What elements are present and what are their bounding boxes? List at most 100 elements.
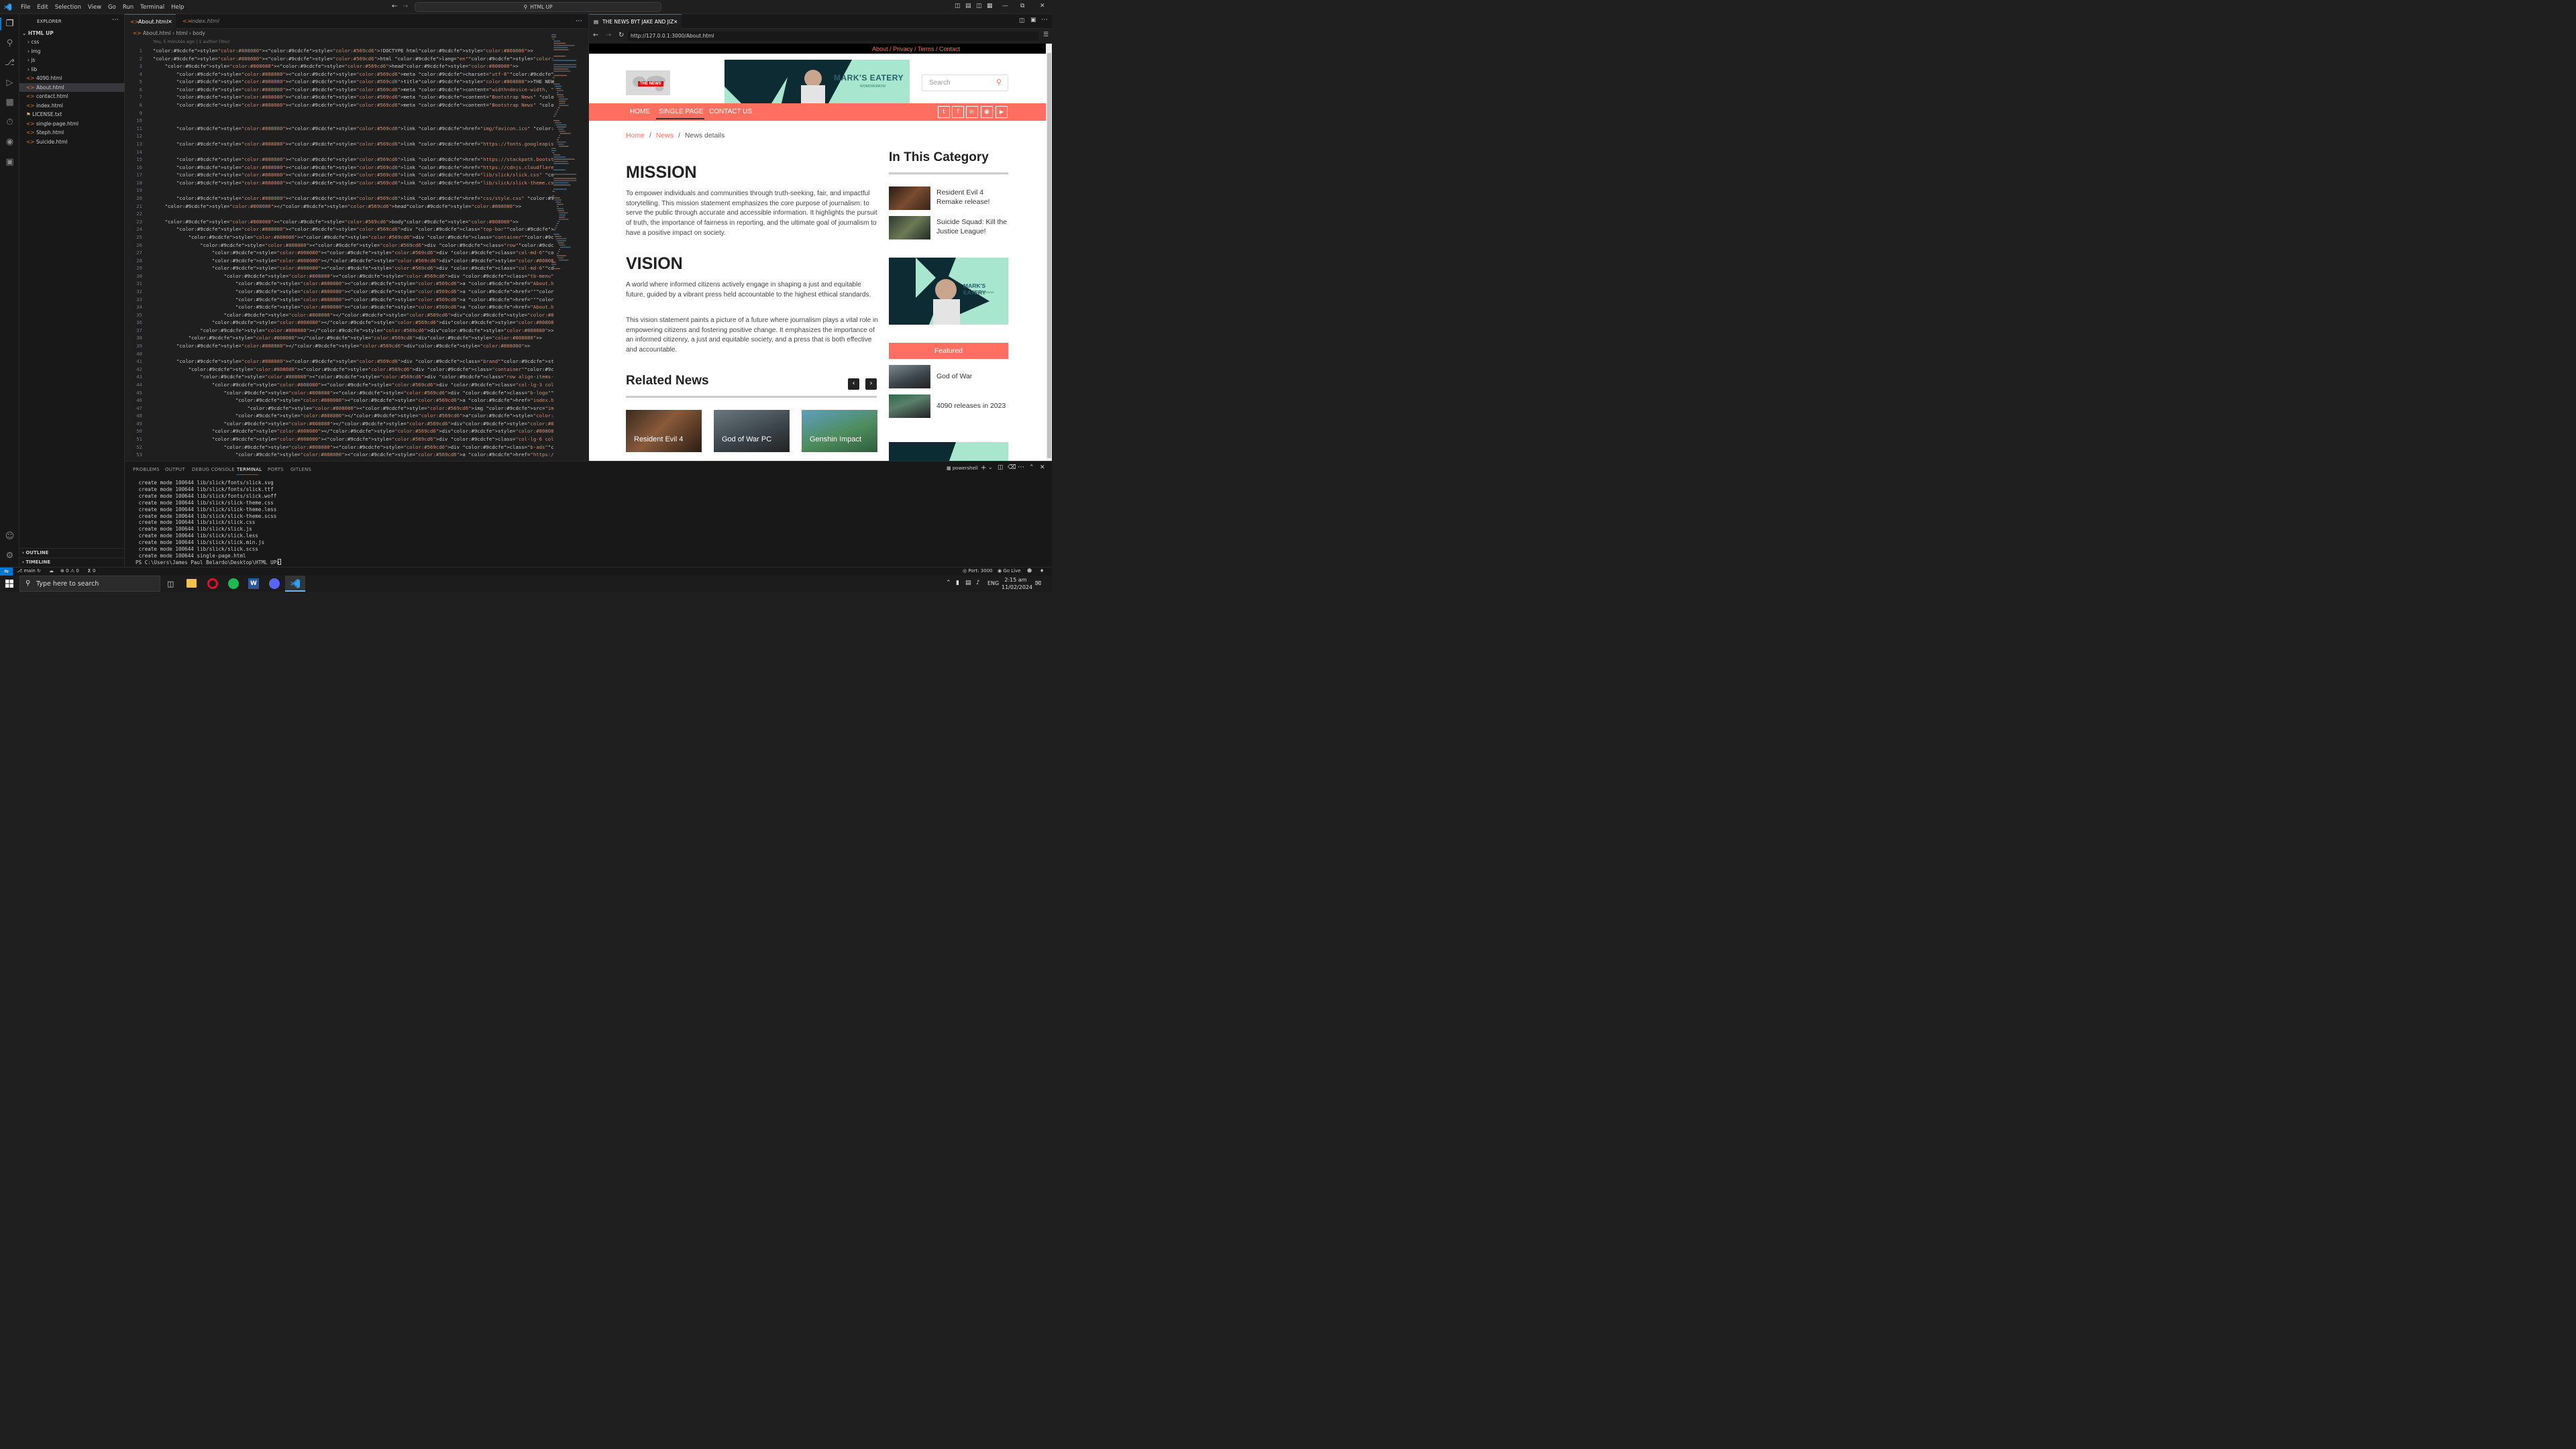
code-line[interactable]: "color:#9cdcfe">style="color:#808080"><"…	[153, 156, 554, 162]
featured-item-title[interactable]: 4090 releases in 2023	[936, 402, 1006, 410]
nav-contact-us[interactable]: CONTACT US	[709, 108, 752, 115]
more-actions-icon[interactable]: ⋯	[576, 17, 582, 25]
category-thumb[interactable]	[889, 186, 930, 210]
restore-icon[interactable]: ⧉	[1020, 3, 1024, 9]
language-indicator[interactable]: ENG	[987, 580, 999, 586]
code-line[interactable]: "color:#9cdcfe">style="color:#808080"><"…	[153, 358, 554, 364]
tray-chevron-icon[interactable]: ⌃	[946, 580, 951, 586]
reload-icon[interactable]: ↻	[619, 32, 624, 39]
breadcrumb-home[interactable]: Home	[626, 131, 645, 140]
topbar-link-privacy[interactable]: Privacy	[893, 46, 913, 52]
file-item[interactable]: <> 4090.html	[19, 74, 125, 83]
code-line[interactable]: "color:#9cdcfe">style="color:#808080"></…	[153, 312, 554, 318]
new-terminal-icon[interactable]: +	[981, 464, 986, 472]
search-input[interactable]: Search	[929, 79, 951, 87]
code-line[interactable]: "color:#9cdcfe">style="color:#808080"><"…	[153, 102, 554, 108]
code-line[interactable]: "color:#9cdcfe">style="color:#808080"><"…	[153, 288, 554, 294]
lock-icon[interactable]: ▣	[1030, 17, 1036, 23]
menu-edit[interactable]: Edit	[34, 4, 51, 11]
menu-view[interactable]: View	[85, 4, 105, 11]
notifications-bell-icon[interactable]: ♦	[1040, 568, 1044, 574]
folder-item[interactable]: › js	[19, 56, 125, 65]
file-item[interactable]: <> Steph.html	[19, 128, 125, 138]
opera-icon[interactable]	[207, 578, 218, 589]
code-line[interactable]: "color:#9cdcfe">style="color:#808080"></…	[153, 343, 530, 349]
menu-go[interactable]: Go	[105, 4, 119, 11]
minimize-icon[interactable]: —	[1002, 3, 1008, 9]
branch-status[interactable]: ⎇ main ↻	[17, 568, 41, 574]
code-line[interactable]: "color:#9cdcfe">style="color:#808080"><"…	[153, 297, 554, 303]
tab-output[interactable]: OUTPUT	[165, 467, 185, 472]
code-line[interactable]: "color:#9cdcfe">style="color:#808080"><"…	[153, 366, 554, 372]
folder-item[interactable]: › css	[19, 38, 125, 47]
related-card[interactable]: Resident Evil 4	[626, 410, 702, 452]
chevron-down-icon[interactable]: ⌄	[988, 464, 993, 470]
social-twitter-icon[interactable]: t	[938, 106, 950, 118]
tab-index-html[interactable]: <> index.html	[177, 14, 225, 29]
problems-status[interactable]: ⊗ 0 ⚠ 0	[60, 568, 79, 574]
vscode-taskbar-icon[interactable]	[285, 576, 305, 592]
account-icon[interactable]: ☺	[3, 530, 16, 543]
category-thumb[interactable]	[889, 216, 930, 239]
ports-status[interactable]: 𝚺 0	[88, 568, 95, 574]
carousel-prev-button[interactable]: ‹	[848, 378, 859, 390]
carousel-next-button[interactable]: ›	[865, 378, 877, 390]
code-line[interactable]: "color:#9cdcfe">style="color:#808080"><"…	[153, 436, 554, 442]
topbar-link-terms[interactable]: Terms	[918, 46, 934, 52]
featured-thumb[interactable]	[889, 365, 930, 388]
file-item[interactable]: <> Suicide.html	[19, 138, 125, 147]
code-line[interactable]: "color:#9cdcfe">style="color:#808080"></…	[153, 413, 554, 419]
social-linkedin-icon[interactable]: in	[966, 106, 978, 118]
code-line[interactable]: "color:#9cdcfe">style="color:#808080"><"…	[153, 94, 554, 100]
topbar-link-contact[interactable]: Contact	[939, 46, 960, 52]
code-line[interactable]: "color:#9cdcfe">style="color:#808080"><"…	[153, 374, 554, 380]
code-line[interactable]: "color:#9cdcfe">style="color:#808080"><"…	[153, 234, 554, 240]
social-youtube-icon[interactable]: ▶	[996, 106, 1008, 118]
page-scrollbar[interactable]	[1046, 44, 1052, 461]
vertical-scrollbar[interactable]	[584, 34, 588, 461]
live-server-port[interactable]: ◎ Port: 3000	[963, 568, 993, 574]
nav-home[interactable]: HOME	[630, 108, 650, 115]
back-icon[interactable]: ←	[593, 32, 598, 39]
menu-icon[interactable]: ☰	[1043, 32, 1049, 38]
close-panel-icon[interactable]: ✕	[1040, 464, 1045, 471]
browser-tab[interactable]: ▤ THE NEWS BYT JAKE AND JIZ ✕	[589, 14, 682, 29]
header-ad-banner[interactable]: MARK'S EATERY WOMOWOMOW	[724, 60, 910, 103]
more-actions-icon[interactable]: ⋯	[1041, 16, 1048, 23]
breadcrumb-body[interactable]: body	[193, 30, 205, 36]
toggle-secondary-sidebar-icon[interactable]: ◫	[976, 3, 982, 9]
code-line[interactable]: "color:#9cdcfe">style="color:#808080"></…	[153, 428, 554, 434]
sidebar-ad-banner[interactable]	[889, 442, 1008, 461]
menu-terminal[interactable]: Terminal	[137, 4, 168, 11]
minimap[interactable]	[551, 34, 584, 276]
folder-item[interactable]: › img	[19, 47, 125, 56]
menu-selection[interactable]: Selection	[52, 4, 85, 11]
code-line[interactable]: "color:#9cdcfe">style="color:#808080"><"…	[153, 125, 554, 131]
code-line[interactable]: "color:#9cdcfe">style="color:#808080"></…	[153, 327, 553, 333]
code-line[interactable]: "color:#9cdcfe">style="color:#808080"><"…	[153, 141, 554, 147]
tab-ports[interactable]: PORTS	[268, 467, 284, 472]
featured-item-title[interactable]: God of War	[936, 372, 972, 380]
publish-icon[interactable]: ☁	[49, 568, 54, 574]
file-item[interactable]: <> contact.html	[19, 92, 125, 101]
code-area[interactable]: 1 "color:#9cdcfe">style="color:#808080"><…	[125, 48, 554, 461]
url-input[interactable]: http://127.0.0.1:3000/About.html	[628, 32, 1038, 41]
code-line[interactable]: "color:#9cdcfe">style="color:#808080"><"…	[153, 382, 554, 388]
code-line[interactable]: "color:#9cdcfe">style="color:#808080"><"…	[153, 265, 554, 271]
file-item[interactable]: <> single-page.html	[19, 119, 125, 129]
discord-icon[interactable]	[269, 578, 280, 589]
nav-single-page[interactable]: SINGLE PAGE	[659, 108, 704, 115]
code-line[interactable]: "color:#9cdcfe">style="color:#808080"><"…	[153, 71, 554, 77]
battery-icon[interactable]: ▮	[956, 580, 959, 586]
go-live-button[interactable]: ◉ Go Live	[998, 568, 1021, 574]
windows-start-icon[interactable]	[5, 580, 13, 588]
word-icon[interactable]: W	[248, 578, 259, 589]
network-icon[interactable]: ▤	[965, 580, 971, 586]
category-item-title[interactable]: Suicide Squad: Kill the Justice League!	[936, 217, 1010, 236]
code-line[interactable]: "color:#9cdcfe">style="color:#808080"></…	[153, 335, 542, 341]
menu-run[interactable]: Run	[119, 4, 137, 11]
code-line[interactable]: "color:#9cdcfe">style="color:#808080"><"…	[153, 405, 554, 411]
site-logo[interactable]: THE NEWS	[626, 70, 670, 95]
related-card[interactable]: God of War PC	[714, 410, 790, 452]
breadcrumb-news[interactable]: News	[656, 131, 674, 140]
